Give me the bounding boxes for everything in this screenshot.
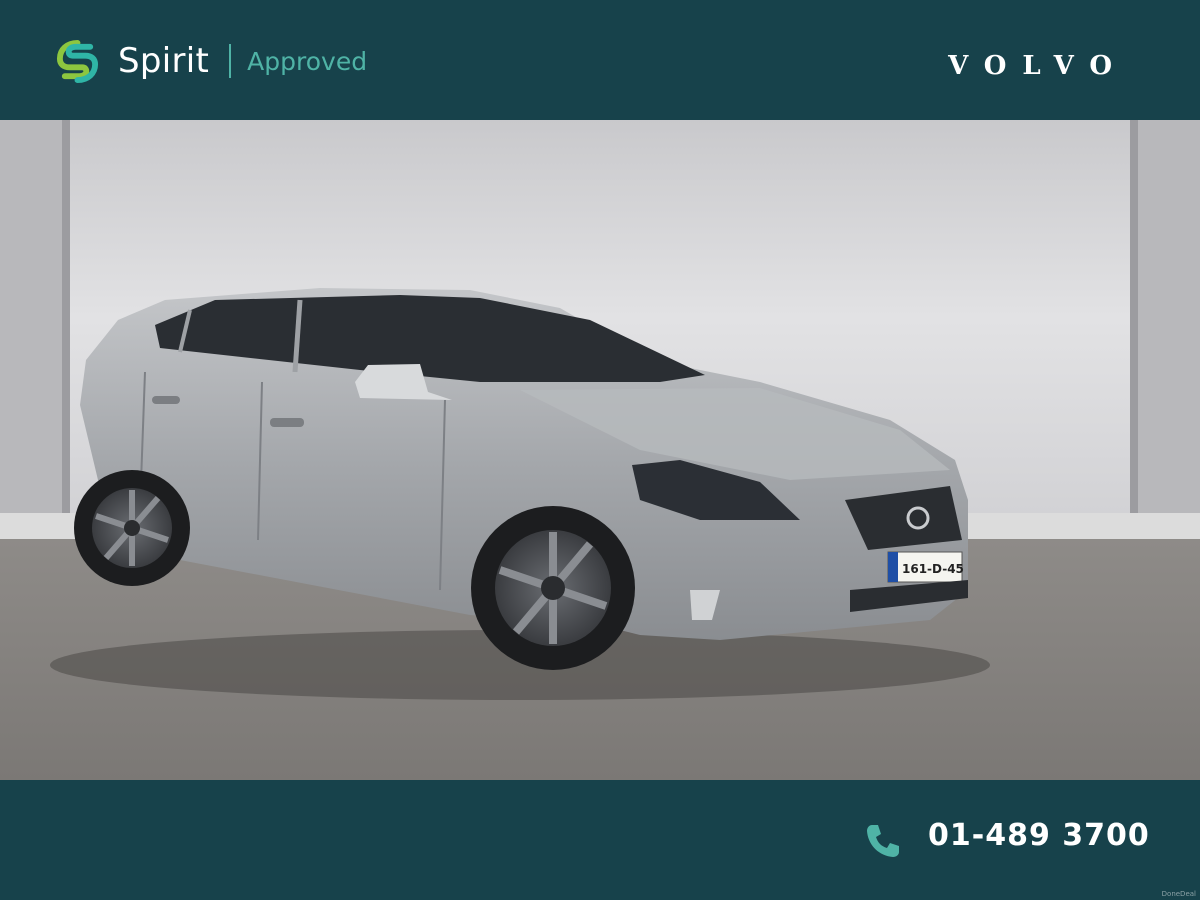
volvo-wordmark: VOLVO bbox=[948, 51, 1128, 81]
spirit-logo-icon bbox=[56, 39, 99, 83]
brand-divider bbox=[229, 44, 232, 78]
license-plate: 161-D-45 bbox=[902, 562, 964, 576]
phone-icon bbox=[867, 825, 899, 857]
car-photo-illustration: 161-D-45 bbox=[0, 120, 1200, 780]
car-photo: 161-D-45 bbox=[0, 120, 1200, 780]
brand-subtitle: Approved bbox=[247, 46, 368, 76]
phone-number[interactable]: 01-489 3700 bbox=[928, 818, 1150, 853]
spirit-approved-logo: Spirit Approved bbox=[55, 38, 367, 84]
watermark: DoneDeal bbox=[1161, 890, 1196, 898]
brand-name: Spirit bbox=[118, 41, 210, 81]
header-bar: Spirit Approved VOLVO bbox=[0, 0, 1200, 120]
